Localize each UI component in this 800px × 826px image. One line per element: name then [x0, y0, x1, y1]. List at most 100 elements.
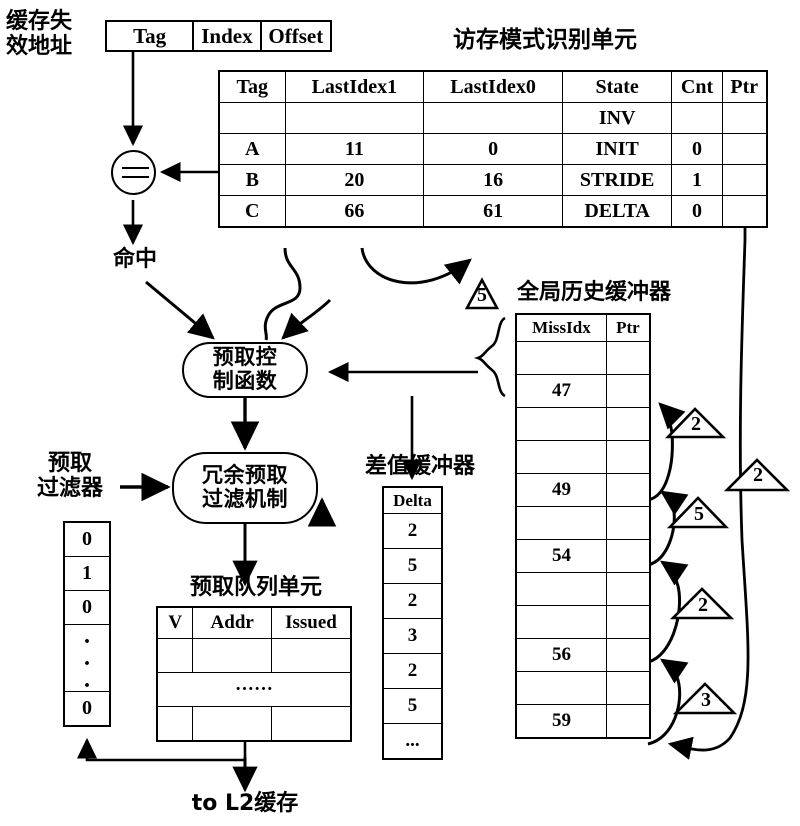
pq-header-row: V Addr Issued [156, 606, 352, 639]
filter-bit-cell: 1 [63, 556, 111, 591]
redundant-filter-line1: 冗余预取 [202, 463, 288, 488]
table-row: C 66 61 DELTA 0 [218, 195, 768, 228]
table-row: ······ [156, 672, 352, 707]
pq-col-issued: Issued [270, 606, 352, 639]
list-item: 2 [382, 653, 443, 689]
prefetch-filter-column: 010...0 [63, 521, 111, 727]
ghb-cell-ptr [605, 638, 651, 672]
list-item: 2 [382, 583, 443, 619]
ghb-cell-ptr [605, 539, 651, 573]
hit-label: 命中 [112, 247, 157, 272]
list-item: . [64, 646, 110, 670]
delta-header-row: Delta [382, 486, 443, 514]
ghb-cell-ptr [605, 704, 651, 739]
ghb-cell-missidx: 54 [515, 539, 607, 573]
pattern-col-lastidex1: LastIdex1 [284, 70, 425, 103]
table-row: 56 [515, 638, 651, 672]
delta-cell: 2 [382, 653, 443, 689]
filter-bit-cell: . [84, 667, 90, 693]
pattern-unit-title: 访存模式识别单元 [453, 27, 637, 53]
ghb-title: 全局历史缓冲器 [516, 280, 671, 305]
ghb-cell-ptr [605, 605, 651, 639]
comparator-equals [111, 150, 156, 195]
ghb-cell-ptr [605, 440, 651, 474]
prefetch-queue-title: 预取队列单元 [189, 575, 322, 600]
table-row [156, 638, 352, 673]
badge-ghb-49-54-text: 5 [694, 503, 704, 525]
pattern-table-header-row: Tag LastIdex1 LastIdex0 State Cnt Ptr [218, 70, 768, 103]
ghb-cell-ptr [605, 506, 651, 540]
pattern-cell-state: DELTA [561, 195, 673, 228]
table-row [515, 605, 651, 639]
pq-cell-v [156, 706, 194, 742]
table-row: 49 [515, 473, 651, 507]
badge-ghb-54-56-text: 2 [698, 594, 708, 616]
list-item: ... [382, 723, 443, 760]
list-item: 0 [63, 590, 111, 625]
pattern-cell-state: STRIDE [561, 164, 673, 196]
pattern-col-lastidex0: LastIdex0 [423, 70, 563, 103]
table-row [156, 706, 352, 742]
pq-cell-v [156, 638, 194, 673]
ghb-col-missidx: MissIdx [515, 313, 607, 342]
pattern-cell-lastidex1: 11 [284, 133, 425, 165]
delta-cell: ... [382, 723, 443, 760]
delta-cell: 2 [382, 513, 443, 549]
pattern-cell-lastidex0: 61 [423, 195, 563, 228]
redundant-prefetch-filter-node[interactable]: 冗余预取 过滤机制 [172, 452, 318, 524]
pattern-cell-lastidex1: 66 [284, 195, 425, 228]
delta-cell: 3 [382, 618, 443, 654]
pq-cell-addr [192, 706, 272, 742]
ghb-cell-ptr [605, 374, 651, 408]
wire-lastidex0-to-ghb [360, 247, 472, 285]
table-row: 47 [515, 374, 651, 408]
ghb-header-row: MissIdx Ptr [515, 313, 651, 342]
to-l2-label: to L2缓存 [191, 791, 299, 816]
ghb-cell-ptr [605, 572, 651, 606]
pattern-cell-lastidex1: 20 [284, 164, 425, 196]
pq-cell-issued [270, 638, 352, 673]
table-row: A 11 0 INIT 0 [218, 133, 768, 165]
pattern-cell-ptr [721, 102, 768, 134]
table-row [515, 341, 651, 375]
global-history-buffer-table: MissIdx Ptr 47 49 54 56 59 [515, 313, 651, 739]
delta-buffer-table: Delta 2 5 2 3 2 5... [382, 486, 443, 760]
badge-ghb-56-59-text: 3 [701, 689, 711, 711]
ghb-cell-missidx: 49 [515, 473, 607, 507]
ghb-cell-missidx [515, 671, 607, 705]
ghb-cell-missidx [515, 341, 607, 375]
table-row [515, 506, 651, 540]
table-row [515, 572, 651, 606]
wire-hit-to-control [145, 280, 215, 340]
address-field-offset: Offset [268, 23, 324, 48]
pattern-cell-tag: A [218, 133, 286, 165]
pattern-cell-cnt [671, 102, 723, 134]
delta-buffer-title: 差值缓冲器 [364, 454, 475, 479]
list-item: 0 [63, 691, 111, 727]
prefetch-control-node[interactable]: 预取控 制函数 [182, 342, 308, 398]
pq-cell-addr [192, 638, 272, 673]
pattern-table: Tag LastIdex1 LastIdex0 State Cnt Ptr INV A 11 0 I… [218, 70, 768, 228]
filter-bit-cell: . [84, 623, 90, 649]
pattern-cell-lastidex0: 0 [423, 133, 563, 165]
pattern-cell-tag [218, 102, 286, 134]
wire-ghb-56-59 [647, 658, 689, 746]
cache-miss-address-text: 缓存失 效地址 [6, 9, 73, 59]
address-bar: Tag Index Offset [105, 20, 332, 52]
ghb-cell-ptr [605, 473, 651, 507]
cache-miss-address-label: 缓存失 效地址 [6, 9, 102, 59]
wire-ghb-54-56 [647, 560, 689, 664]
pattern-cell-ptr [721, 195, 768, 228]
list-item: 3 [382, 618, 443, 654]
wire-pattern-to-control [281, 298, 332, 340]
ghb-cell-missidx [515, 605, 607, 639]
ghb-cell-ptr [605, 671, 651, 705]
wire-ghb-49-54 [647, 490, 689, 567]
prefetch-control-line1: 预取控 [212, 345, 278, 370]
pattern-cell-ptr [721, 164, 768, 196]
table-row [515, 671, 651, 705]
pattern-cell-cnt: 1 [671, 164, 723, 196]
filter-bit-cell: 0 [63, 590, 111, 625]
table-row: B 20 16 STRIDE 1 [218, 164, 768, 196]
pattern-cell-tag: B [218, 164, 286, 196]
